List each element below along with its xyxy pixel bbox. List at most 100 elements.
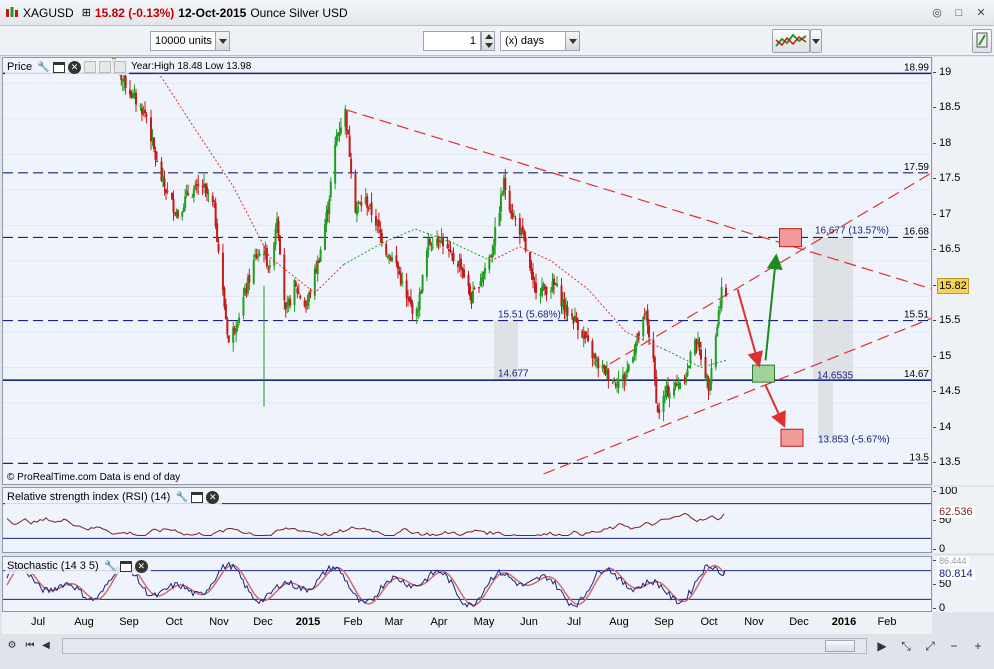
wrench-icon[interactable]: 🔧 [37,61,50,74]
window-icon[interactable] [119,560,132,572]
chart-style-icon [775,33,807,47]
units-select[interactable]: 10000 units [150,31,230,51]
spin-down-icon[interactable] [485,43,493,48]
stochastic-panel[interactable]: Stochastic (14 3 5) 🔧 ✕ [2,556,932,612]
candle-body [646,309,649,326]
candle-body [306,301,309,306]
period-unit-select[interactable]: (x) days [500,31,580,51]
candle-body [184,196,187,208]
candle-body [724,287,727,297]
candle-body [634,342,637,353]
wrench-icon[interactable]: 🔧 [104,560,117,573]
candle-body [357,203,360,205]
target-box [779,228,802,248]
scroll-start-icon[interactable]: ⏮ [22,638,38,654]
candle-body [491,253,494,259]
panel-option-icon[interactable] [114,61,127,73]
candle-body [469,285,471,296]
candle-body [498,212,501,226]
candle-body [135,92,137,105]
candle-body [308,292,310,302]
x-tick-label: Dec [789,616,809,628]
x-tick-label: Nov [209,616,229,628]
restore-icon[interactable]: ◎ [930,6,944,20]
candle-body [252,259,255,284]
chart-style-button[interactable] [772,29,810,53]
rsi-panel[interactable]: Relative strength index (RSI) (14) 🔧 ✕ [2,487,932,553]
candle-body [532,272,534,281]
candle-body [329,181,332,198]
level-label: 15.51 [904,310,929,321]
date-label: 12-Oct-2015 [178,5,247,20]
scroll-right-icon[interactable]: ▶ [874,638,890,654]
period-count-input[interactable]: 1 [423,31,481,51]
zoom-out-icon[interactable]: − [946,638,962,654]
candle-body [283,254,286,301]
panel-option-icon[interactable] [99,61,112,73]
scroll-left-icon[interactable]: ◀ [38,638,54,654]
candle-body [345,110,348,131]
candle-body [613,380,616,382]
candle-body [529,252,531,269]
fit-icon[interactable]: ⤡ [898,638,914,654]
candle-body [460,258,462,270]
draw-tools-button[interactable] [972,29,992,53]
current-price-flag: 15.82 [937,278,969,294]
candle-body [504,177,507,191]
chart-style-dropdown[interactable] [810,29,822,53]
candle-body [223,287,226,307]
candle-body [139,105,142,107]
info-icon[interactable]: ⊞ [82,6,91,19]
window-icon[interactable] [53,61,66,73]
maximize-icon[interactable]: □ [952,6,966,20]
candle-body [129,89,131,95]
app-logo-icon [6,6,18,17]
x-tick-label: Mar [384,616,404,628]
candle-body [689,351,692,364]
chevron-down-icon[interactable] [215,32,229,50]
candle-body [163,178,166,187]
time-scrollbar[interactable] [62,638,867,654]
price-chart[interactable]: 18.99 17.59 16.68 15.51 14.67 13.5 16.677 (13.… [3,58,932,485]
price-panel[interactable]: 18.99 17.59 16.68 15.51 14.67 13.5 16.677 (13.… [2,57,932,485]
candle-body [714,336,717,367]
scrollbar-thumb[interactable] [825,640,855,652]
x-tick-label: Aug [609,616,629,628]
panel-option-icon[interactable] [84,61,97,73]
candle-body [248,274,251,283]
close-icon[interactable]: ✕ [134,559,148,573]
level-label: 16.68 [904,226,929,237]
chevron-down-icon[interactable] [565,32,579,50]
settings-icon[interactable]: ⚙ [4,638,20,654]
y-tick-label: 100 [933,487,957,497]
close-icon[interactable]: ✕ [974,6,988,20]
candle-body [171,192,173,200]
candle-body [607,369,610,381]
candle-body [611,382,614,384]
spin-up-icon[interactable] [485,34,493,39]
close-icon[interactable]: ✕ [68,60,82,74]
candle-body [194,184,197,190]
candle-body [328,199,331,215]
wrench-icon[interactable]: 🔧 [175,491,188,504]
compress-icon[interactable]: ⤢ [922,638,938,654]
year-high-low: Year:High 18.48 Low 13.98 [131,61,252,72]
candle-body [217,243,220,252]
x-tick-label: Dec [253,616,273,628]
period-spinner[interactable] [481,31,495,51]
x-tick-label: Feb [343,616,363,628]
close-icon[interactable]: ✕ [206,490,220,504]
candle-body [277,221,280,237]
y-tick-label: 14.5 [933,385,960,397]
candle-body [566,306,569,316]
candle-body [571,313,573,317]
candle-body [124,75,127,88]
candle-body [632,357,635,363]
x-tick-label: 2016 [831,616,857,628]
window-icon[interactable] [191,491,204,503]
candle-body [674,382,677,388]
candle-body [698,341,701,348]
candle-body [305,307,308,309]
zoom-in-icon[interactable]: + [970,638,986,654]
candle-body [499,194,502,212]
